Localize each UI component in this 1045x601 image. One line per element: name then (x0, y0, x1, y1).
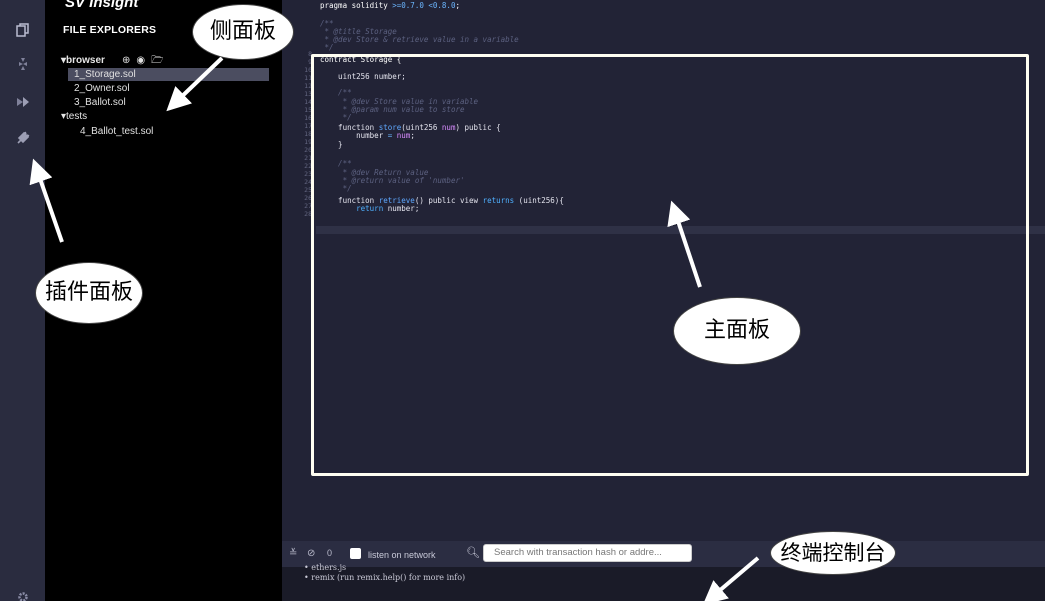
listen-network-label: listen on network (368, 550, 436, 560)
callout-terminal: 终端控制台 (770, 531, 896, 575)
github-icon[interactable]: ◉ (136, 55, 145, 66)
collapse-terminal-icon[interactable]: ≚ (289, 548, 297, 559)
code-line[interactable]: pragma solidity >=0.7.0 <0.8.0; (320, 2, 460, 10)
line-number: 24 (304, 178, 312, 186)
add-file-icon[interactable]: ⊕ (122, 55, 130, 66)
file-item-storage[interactable]: 1_Storage.sol (68, 68, 269, 81)
line-number: 17 (304, 122, 312, 130)
callout-main-panel: 主面板 (673, 297, 801, 365)
listen-network-checkbox[interactable] (350, 548, 361, 559)
files-icon[interactable] (14, 22, 32, 40)
line-number: 13 (304, 90, 312, 98)
terminal-resize-bar[interactable] (282, 523, 1045, 541)
settings-gear-icon[interactable] (14, 590, 32, 601)
file-item-ballot[interactable]: 3_Ballot.sol (68, 96, 269, 109)
callout-plugin-panel: 插件面板 (35, 262, 143, 324)
file-item-ballot-test[interactable]: 4_Ballot_test.sol (80, 125, 153, 138)
solidity-compiler-icon[interactable] (14, 56, 32, 74)
folder-browser-label: browser (66, 55, 105, 66)
line-number: 14 (304, 98, 312, 106)
terminal-line: • ethers.js (304, 563, 347, 572)
code-line[interactable]: * @dev Store & retrieve value in a varia… (320, 36, 519, 44)
search-icon: 🔍︎ (466, 547, 480, 559)
line-number: 22 (304, 162, 312, 170)
line-number: 26 (304, 194, 312, 202)
transaction-search-input[interactable]: Search with transaction hash or addre... (483, 544, 692, 562)
plugin-icon[interactable] (14, 130, 32, 148)
line-number: 25 (304, 186, 312, 194)
line-number: 15 (304, 106, 312, 114)
line-number: 18 (304, 130, 312, 138)
brand-logo: SV Insight (65, 0, 139, 11)
line-number: 11 (304, 74, 312, 82)
line-number: 27 (304, 202, 312, 210)
deploy-run-icon[interactable] (14, 94, 32, 112)
folder-tests[interactable]: ▾tests (61, 110, 87, 123)
line-number: 12 (304, 82, 312, 90)
panel-title: FILE EXPLORERS (63, 24, 157, 36)
remix-ide-window: SV Insight FILE EXPLORERS ▾browser ⊕ ◉ 🗁 1… (0, 0, 1045, 601)
terminal-line: • remix (run remix.help() for more info) (304, 573, 466, 582)
line-number: 8 (308, 50, 312, 58)
line-number: 9 (308, 58, 312, 66)
line-number: 23 (304, 170, 312, 178)
line-number: 20 (304, 146, 312, 154)
callout-side-panel: 侧面板 (192, 4, 294, 60)
folder-tests-label: tests (66, 111, 88, 122)
main-panel-highlight-frame (311, 54, 1029, 476)
folder-browser[interactable]: ▾browser (61, 54, 105, 67)
file-item-owner[interactable]: 2_Owner.sol (68, 82, 269, 95)
line-number: 21 (304, 154, 312, 162)
line-number: 10 (304, 66, 312, 74)
terminal-output: • ethers.js • remix (run remix.help() fo… (282, 563, 1045, 601)
line-number: 19 (304, 138, 312, 146)
line-number: 16 (304, 114, 312, 122)
clear-console-icon[interactable]: ⊘ (307, 548, 315, 559)
pending-tx-count: 0 (327, 548, 333, 558)
open-folder-icon[interactable]: 🗁 (151, 55, 163, 66)
line-number: 28 (304, 210, 312, 218)
code-line[interactable]: */ (320, 44, 334, 52)
